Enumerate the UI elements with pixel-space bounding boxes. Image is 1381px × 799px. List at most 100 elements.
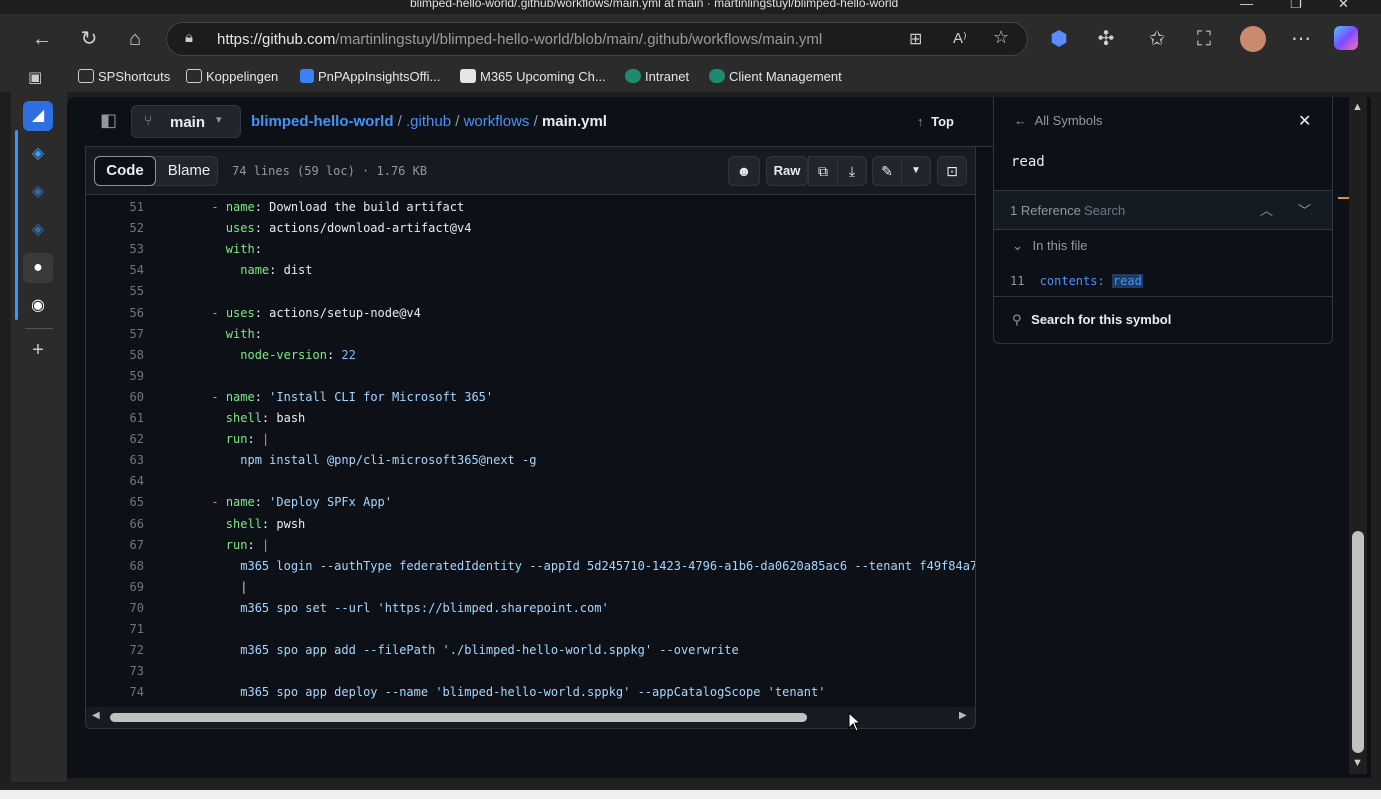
minimize-icon[interactable]: — [1240, 0, 1253, 11]
line-number[interactable]: 60 [86, 387, 144, 408]
page-vertical-scrollbar[interactable]: ▲ ▼ [1349, 97, 1367, 774]
line-number[interactable]: 53 [86, 239, 144, 260]
tab-actions-icon[interactable]: ▣ [28, 68, 42, 86]
in-this-file-group[interactable]: ⌄ In this file [1012, 238, 1087, 254]
top-button[interactable]: ↑ Top [917, 114, 954, 129]
search-symbol-button[interactable]: ⚲ Search for this symbol [1012, 312, 1171, 328]
window-title-bar: blimped-hello-world/.github/workflows/ma… [0, 0, 1381, 14]
bookmark-spshortcuts[interactable]: SPShortcuts [78, 69, 170, 84]
bookmark-pnpappinsights[interactable]: PnPAppInsightsOffi... [300, 69, 440, 84]
line-number[interactable]: 66 [86, 514, 144, 535]
scroll-right-icon[interactable]: ▶ [959, 710, 967, 721]
close-window-icon[interactable]: ✕ [1338, 0, 1349, 12]
file-tree-toggle-icon[interactable]: ◧ [100, 110, 117, 131]
bookmark-intranet[interactable]: Intranet [625, 69, 689, 84]
chevron-up-icon[interactable]: ︿ [1260, 200, 1273, 219]
sidebar-add-icon[interactable]: + [23, 335, 53, 365]
line-number[interactable]: 61 [86, 408, 144, 429]
sidebar-devops-icon-3[interactable]: ◈ [23, 215, 53, 245]
line-number[interactable]: 62 [86, 429, 144, 450]
favorites-icon[interactable]: ✩ [1142, 24, 1172, 54]
scroll-left-icon[interactable]: ◀ [92, 710, 100, 721]
bookmark-koppelingen[interactable]: Koppelingen [186, 69, 278, 84]
sidebar-github-2-icon[interactable]: ◉ [23, 291, 53, 321]
raw-button[interactable]: Raw [766, 156, 808, 186]
line-number[interactable]: 67 [86, 535, 144, 556]
read-aloud-icon[interactable]: A⁾ [953, 29, 967, 47]
line-number[interactable]: 72 [86, 640, 144, 661]
copilot-icon[interactable] [1334, 26, 1358, 50]
line-number[interactable]: 64 [86, 471, 144, 492]
code-view[interactable]: 51 - name: Download the build artifact 52… [85, 195, 976, 707]
profile-avatar[interactable] [1240, 26, 1266, 52]
page-scrollbar-thumb[interactable] [1352, 531, 1364, 753]
bookmark-m365-upcoming[interactable]: M365 Upcoming Ch... [460, 69, 606, 84]
line-number[interactable]: 65 [86, 492, 144, 513]
line-number[interactable]: 71 [86, 619, 144, 640]
edit-options-button[interactable]: ▼ [901, 156, 931, 186]
chevron-down-icon[interactable]: ﹀ [1298, 200, 1311, 219]
sidebar-devops-icon-2[interactable]: ◈ [23, 177, 53, 207]
line-number[interactable]: 63 [86, 450, 144, 471]
code-text: shell: bash [225, 411, 306, 425]
code-token: m365 login --authType federatedIdentity … [240, 558, 976, 573]
sidebar-app-icon[interactable]: ◢ [23, 101, 53, 131]
scrollbar-thumb[interactable] [110, 713, 807, 722]
sidebar-devops-icon[interactable]: ◈ [23, 139, 53, 169]
line-number[interactable]: 51 [86, 197, 144, 218]
horizontal-scrollbar[interactable]: ◀ ▶ [85, 707, 976, 729]
back-icon[interactable]: ← [27, 24, 57, 54]
line-number[interactable]: 59 [86, 366, 144, 387]
copy-button[interactable]: ⧉ [808, 156, 838, 186]
edit-button[interactable]: ✎ [872, 156, 902, 186]
lock-icon[interactable]: 🔒︎ [185, 29, 193, 46]
line-number[interactable]: 58 [86, 345, 144, 366]
bookmark-client-management[interactable]: Client Management [709, 69, 842, 84]
symbols-panel-button[interactable]: ⊡ [937, 156, 967, 186]
arrow-up-icon: ↑ [917, 114, 924, 129]
line-number[interactable]: 69 [86, 577, 144, 598]
line-number[interactable]: 74 [86, 682, 144, 703]
address-bar[interactable]: 🔒︎ https://github.com/martinlingstuyl/bl… [166, 22, 1028, 56]
line-number[interactable]: 55 [86, 281, 144, 302]
line-number[interactable]: 54 [86, 260, 144, 281]
app-available-icon[interactable]: ⊞ [909, 29, 922, 49]
refresh-icon[interactable]: ↻ [74, 24, 104, 54]
copilot-icon: ☻ [736, 163, 752, 179]
breadcrumb-file: main.yml [541, 113, 607, 130]
code-line: 63 npm install @pnp/cli-microsoft365@nex… [86, 450, 975, 471]
extension-shield-icon[interactable]: ⬢ [1044, 24, 1074, 54]
breadcrumb-repo[interactable]: blimped-hello-world [251, 113, 394, 130]
tab-code[interactable]: Code [94, 156, 156, 186]
line-number[interactable]: 56 [86, 303, 144, 324]
more-menu-icon[interactable]: ⋯ [1286, 24, 1316, 54]
home-icon[interactable]: ⌂ [120, 24, 150, 54]
code-line: 66 shell: pwsh [86, 514, 975, 535]
breadcrumb-github[interactable]: .github [406, 113, 451, 130]
line-number[interactable]: 68 [86, 556, 144, 577]
references-search[interactable]: Search [1084, 203, 1125, 218]
url-text[interactable]: https://github.com/martinlingstuyl/blimp… [217, 31, 822, 48]
close-panel-icon[interactable]: ✕ [1298, 111, 1311, 131]
reference-item[interactable]: 11 contents: read [1010, 274, 1143, 288]
screenshot-icon[interactable]: ⛶ [1189, 24, 1219, 54]
copilot-chat-button[interactable]: ☻ [728, 156, 760, 186]
tab-blame[interactable]: Blame [161, 157, 217, 185]
favorite-star-icon[interactable]: ☆ [993, 27, 1009, 48]
breadcrumb-workflows[interactable]: workflows [464, 113, 530, 130]
sidebar-github-icon[interactable]: ● [23, 253, 53, 283]
restore-icon[interactable]: ❐ [1290, 0, 1302, 12]
line-number[interactable]: 73 [86, 661, 144, 682]
code-token: m365 spo app add --filePath './blimped-h… [240, 643, 739, 658]
extensions-icon[interactable]: ✣ [1091, 24, 1121, 54]
scroll-down-icon[interactable]: ▼ [1352, 757, 1363, 769]
line-number[interactable]: 70 [86, 598, 144, 619]
all-symbols-link[interactable]: ← All Symbols [1014, 113, 1103, 128]
line-number[interactable]: 57 [86, 324, 144, 345]
scroll-up-icon[interactable]: ▲ [1352, 101, 1363, 113]
code-line: 51 - name: Download the build artifact [86, 197, 975, 218]
active-group-indicator [15, 130, 18, 320]
download-button[interactable]: ⤓ [837, 156, 867, 186]
branch-selector[interactable]: ⑂ main ▾ [131, 105, 241, 138]
line-number[interactable]: 52 [86, 218, 144, 239]
